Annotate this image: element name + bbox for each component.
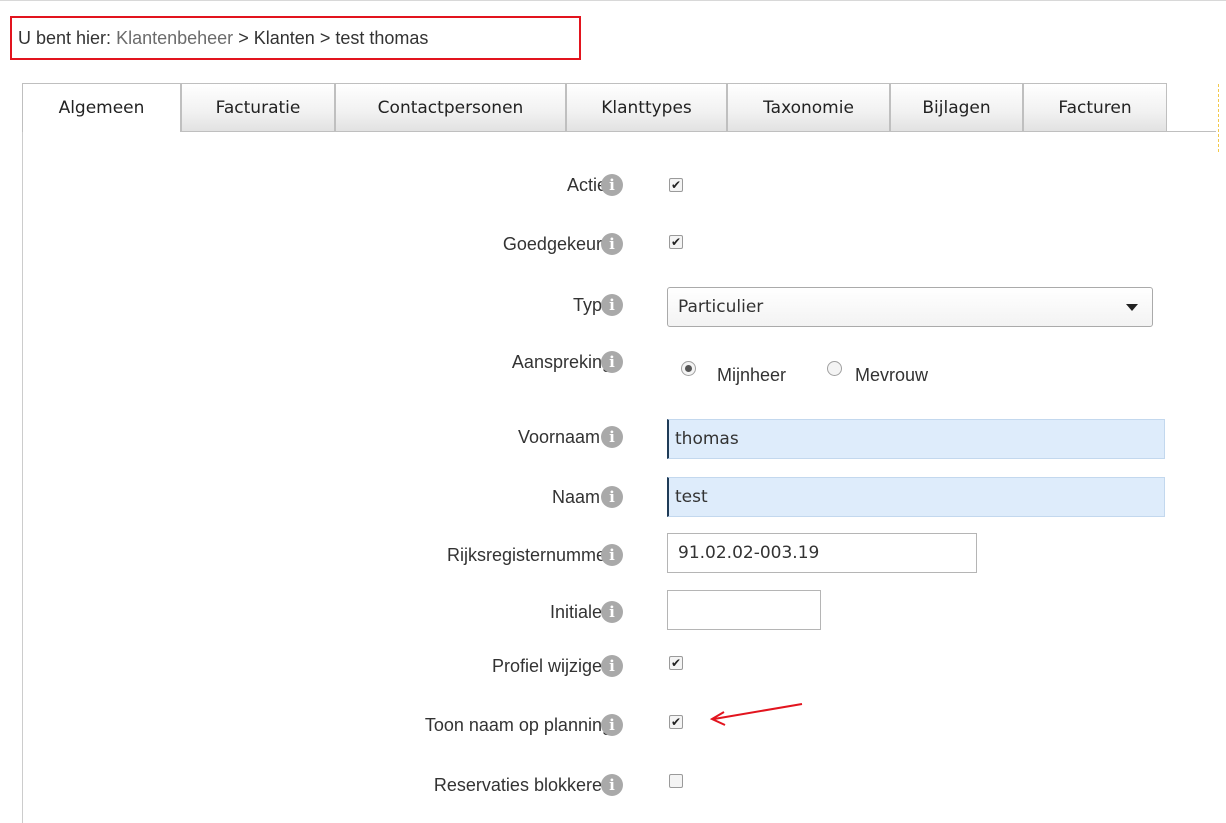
profiel-wijzigen-checkbox[interactable]: ✔ [669,656,683,670]
goedgekeurd-label: Goedgekeurd [502,234,612,254]
reservaties-blokkeren-checkbox[interactable] [669,774,683,788]
initialen-input[interactable] [667,590,821,630]
type-select-value: Particulier [678,297,764,317]
voornaam-input[interactable]: thomas [667,419,1165,459]
tab-klanttypes[interactable]: Klanttypes [566,83,727,131]
radio-label-mijnheer[interactable]: Mijnheer [717,365,786,386]
tab-contactpersonen[interactable]: Contactpersonen [335,83,566,131]
top-border [0,0,1226,1]
type-select[interactable]: Particulier [667,287,1153,327]
voornaam-label: Voornaam * [517,427,612,447]
rijksregisternummer-label: Rijksregisternummer [446,545,612,565]
tab-facturen[interactable]: Facturen [1023,83,1167,131]
info-icon[interactable]: i [601,351,623,373]
breadcrumb-current: test thomas [335,28,429,48]
radio-mevrouw[interactable] [827,361,842,376]
info-icon[interactable]: i [601,426,623,448]
tab-facturatie[interactable]: Facturatie [181,83,335,131]
tab-bijlagen[interactable]: Bijlagen [890,83,1023,131]
info-icon[interactable]: i [601,714,623,736]
info-icon[interactable]: i [601,544,623,566]
info-icon[interactable]: i [601,774,623,796]
aanspreking-label: Aanspreking [511,352,612,372]
naam-input[interactable]: test [667,477,1165,517]
info-icon[interactable]: i [601,294,623,316]
breadcrumb-separator: > [319,28,331,48]
breadcrumb-item-klanten[interactable]: Klanten [254,28,315,48]
info-icon[interactable]: i [601,486,623,508]
red-arrow-annotation-icon [709,703,803,726]
radio-label-mevrouw[interactable]: Mevrouw [855,365,928,386]
rijksregisternummer-input[interactable]: 91.02.02-003.19 [667,533,977,573]
chevron-down-icon [1126,304,1138,311]
radio-mijnheer[interactable] [681,361,696,376]
toon-naam-checkbox[interactable]: ✔ [669,715,683,729]
toon-naam-label: Toon naam op planning [424,715,612,735]
info-icon[interactable]: i [601,174,623,196]
panel-left-border [22,131,23,823]
tab-algemeen[interactable]: Algemeen [22,83,181,132]
profiel-wijzigen-label: Profiel wijzigen [491,656,612,676]
breadcrumb-link-klantenbeheer[interactable]: Klantenbeheer [116,28,233,48]
actief-checkbox[interactable]: ✔ [669,178,683,192]
info-icon[interactable]: i [601,601,623,623]
breadcrumb: U bent hier: Klantenbeheer > Klanten > t… [10,16,581,60]
reservaties-blokkeren-label: Reservaties blokkeren [433,775,612,795]
breadcrumb-prefix: U bent hier: [18,28,112,48]
breadcrumb-separator: > [238,28,249,48]
info-icon[interactable]: i [601,233,623,255]
goedgekeurd-checkbox[interactable]: ✔ [669,235,683,249]
info-icon[interactable]: i [601,655,623,677]
tab-bar-baseline [180,131,1216,132]
panel-accent-line [1218,84,1220,152]
tab-taxonomie[interactable]: Taxonomie [727,83,890,131]
